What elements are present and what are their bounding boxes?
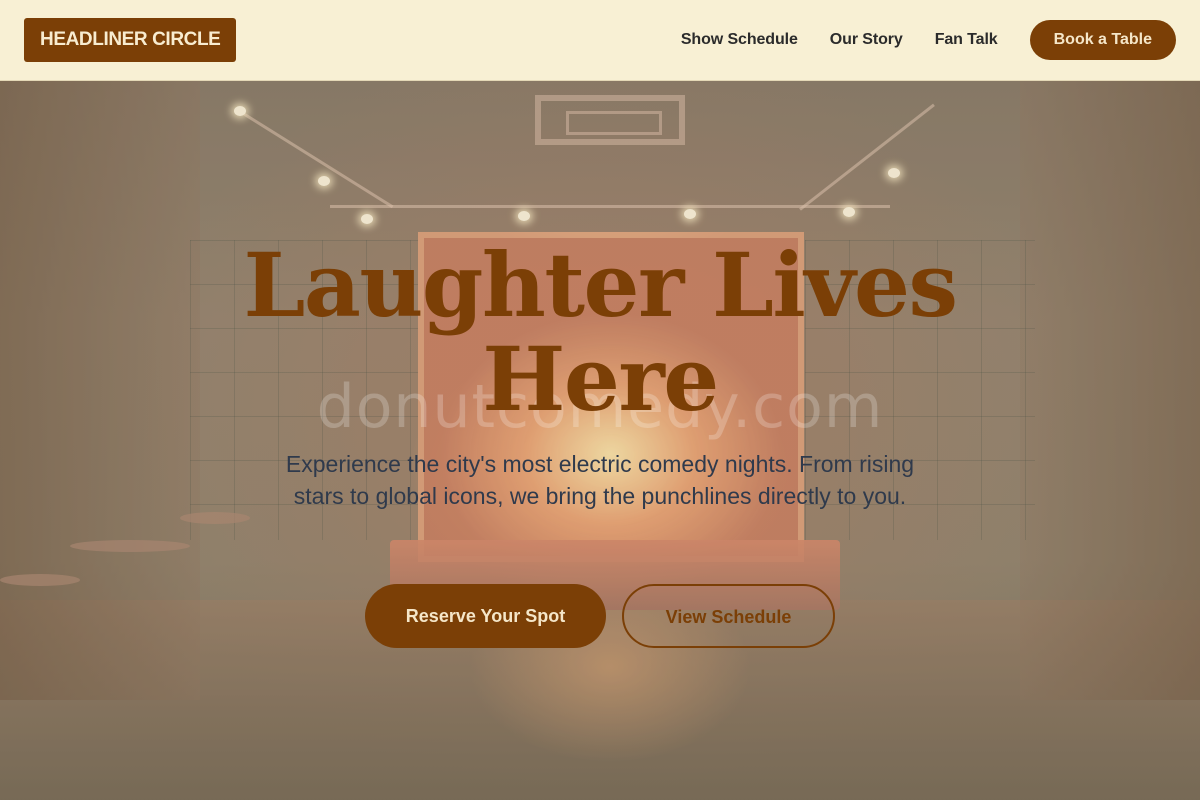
nav-fan-talk[interactable]: Fan Talk bbox=[935, 31, 998, 49]
hero-headline: Laughter Lives Here bbox=[243, 233, 959, 431]
hero-tagline: Experience the city's most electric come… bbox=[285, 451, 915, 509]
site-header: HEADLINER CIRCLE Show Schedule Our Story… bbox=[0, 0, 1200, 81]
site-logo[interactable]: HEADLINER CIRCLE bbox=[24, 18, 237, 62]
reserve-spot-button[interactable]: Reserve Your Spot bbox=[365, 584, 606, 648]
nav-show-schedule[interactable]: Show Schedule bbox=[681, 31, 798, 49]
book-a-table-button[interactable]: Book a Table bbox=[1029, 20, 1176, 60]
main-nav: Show Schedule Our Story Fan Talk Book a … bbox=[681, 20, 1176, 60]
nav-our-story[interactable]: Our Story bbox=[830, 31, 903, 49]
view-schedule-button[interactable]: View Schedule bbox=[622, 584, 835, 648]
